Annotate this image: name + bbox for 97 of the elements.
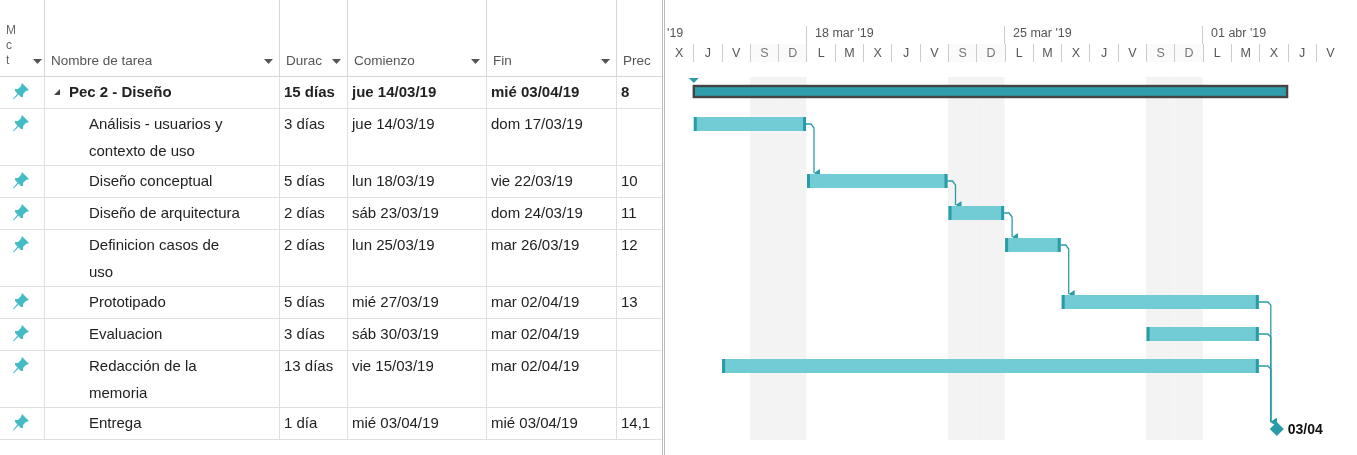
duration-cell: 2 días — [284, 204, 325, 221]
task-bar[interactable] — [807, 174, 948, 188]
task-bar[interactable] — [948, 206, 1005, 220]
pin-icon — [12, 171, 30, 189]
start-date-cell: mié 03/04/19 — [352, 414, 439, 431]
day-label: S — [1146, 44, 1175, 62]
task-name: Entrega — [89, 413, 142, 433]
day-label: J — [1287, 44, 1316, 62]
dropdown-icon[interactable] — [332, 59, 341, 64]
finish-date-cell: mié 03/04/19 — [491, 83, 580, 100]
day-label: M — [1230, 44, 1260, 62]
duration-cell: 3 días — [284, 325, 325, 342]
pin-icon — [12, 356, 30, 374]
finish-date-cell: dom 24/03/19 — [491, 204, 583, 221]
start-date-cell: lun 18/03/19 — [352, 172, 435, 189]
start-date-cell: vie 15/03/19 — [352, 357, 434, 374]
day-label: D — [976, 44, 1005, 62]
predecessors-cell: 11 — [621, 204, 637, 221]
milestone-diamond[interactable] — [1269, 422, 1284, 436]
day-label: V — [721, 44, 750, 62]
start-date-cell: jue 14/03/19 — [352, 115, 435, 132]
finish-date-cell: mié 03/04/19 — [491, 414, 578, 431]
finish-date-cell: mar 02/04/19 — [491, 357, 580, 374]
task-name: Análisis - usuarios y contexto de uso — [89, 114, 224, 161]
pin-icon — [12, 82, 30, 100]
pin-icon — [12, 413, 30, 431]
day-label: S — [749, 44, 779, 62]
finish-date-cell: vie 22/03/19 — [491, 172, 573, 189]
day-label: X — [673, 45, 685, 62]
start-date-cell: lun 25/03/19 — [352, 236, 435, 253]
dropdown-icon[interactable] — [471, 59, 480, 64]
week-label: 01 abr '19 — [1202, 26, 1357, 44]
day-label: J — [693, 44, 722, 62]
task-name: Pec 2 - Diseño — [69, 82, 172, 102]
task-bar[interactable] — [1146, 327, 1259, 341]
day-label: D — [778, 44, 807, 62]
task-bar[interactable] — [1061, 295, 1259, 309]
task-name: Definicion casos de uso — [89, 235, 221, 282]
duration-cell: 1 día — [284, 414, 318, 431]
task-name: Diseño de arquitectura — [89, 203, 240, 223]
start-date-cell: sáb 23/03/19 — [352, 204, 439, 221]
pin-icon — [12, 324, 30, 342]
task-name: Diseño conceptual — [89, 171, 213, 191]
pin-icon — [12, 235, 30, 253]
day-label: L — [806, 44, 835, 62]
day-label: S — [947, 44, 977, 62]
predecessors-cell: 12 — [621, 236, 638, 253]
column-header[interactable]: Comienzo — [354, 53, 415, 68]
day-label: M — [1032, 44, 1062, 62]
duration-cell: 2 días — [284, 236, 325, 253]
duration-cell: 13 días — [284, 357, 334, 374]
pin-icon — [12, 114, 30, 132]
predecessors-cell: 13 — [621, 293, 638, 310]
predecessors-cell: 10 — [621, 172, 638, 189]
pin-icon — [12, 292, 30, 310]
finish-date-cell: mar 26/03/19 — [491, 236, 580, 253]
duration-cell: 3 días — [284, 115, 325, 132]
task-name: Prototipado — [89, 292, 166, 312]
task-name: Evaluacion — [89, 324, 163, 344]
day-label: X — [863, 44, 892, 62]
week-label: '19 — [666, 26, 685, 42]
finish-date-cell: mar 02/04/19 — [491, 325, 580, 342]
dropdown-icon[interactable] — [33, 59, 42, 64]
task-bar[interactable] — [693, 117, 806, 131]
column-header[interactable]: Fin — [493, 53, 512, 68]
finish-date-cell: dom 17/03/19 — [491, 115, 583, 132]
day-label: V — [919, 44, 948, 62]
start-date-cell: sáb 30/03/19 — [352, 325, 439, 342]
task-name: Redacción de la memoria — [89, 356, 198, 403]
collapse-icon[interactable] — [53, 87, 61, 96]
day-label: X — [1061, 44, 1090, 62]
day-label: M — [834, 44, 864, 62]
duration-cell: 5 días — [284, 172, 325, 189]
day-label: J — [891, 44, 920, 62]
column-header[interactable]: Nombre de tarea — [51, 53, 153, 68]
dropdown-icon[interactable] — [601, 59, 610, 64]
column-header[interactable]: Prec — [623, 53, 651, 68]
start-date-cell: mié 27/03/19 — [352, 293, 439, 310]
dropdown-icon[interactable] — [264, 59, 273, 64]
day-label: L — [1202, 44, 1231, 62]
day-label: J — [1089, 44, 1118, 62]
duration-cell: 5 días — [284, 293, 325, 310]
day-label: D — [1174, 44, 1203, 62]
summary-bar[interactable] — [688, 78, 1289, 99]
day-label: V — [1315, 44, 1345, 62]
finish-date-cell: mar 02/04/19 — [491, 293, 580, 310]
predecessors-cell: 8 — [621, 83, 630, 100]
day-label: X — [1259, 44, 1288, 62]
pin-icon — [12, 203, 30, 221]
milestone-date: 03/04 — [1287, 421, 1323, 437]
start-date-cell: jue 14/03/19 — [352, 83, 437, 100]
column-header[interactable]: M c t — [6, 23, 16, 68]
day-label: L — [1004, 44, 1033, 62]
column-header[interactable]: Durac — [286, 53, 322, 68]
duration-cell: 15 días — [284, 83, 335, 100]
predecessors-cell: 14,1 — [621, 414, 651, 431]
task-bar[interactable] — [1005, 238, 1061, 252]
